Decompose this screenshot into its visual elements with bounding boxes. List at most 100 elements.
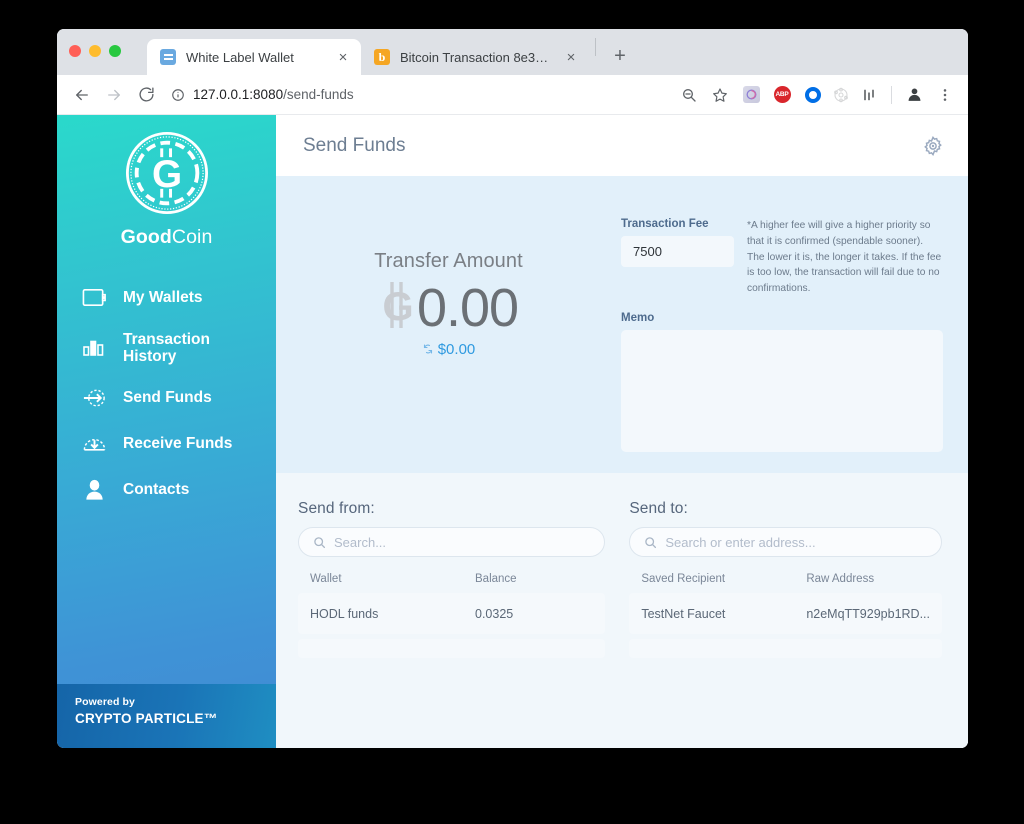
- svg-text:G: G: [151, 153, 181, 196]
- send-to-table: Saved Recipient Raw Address TestNet Fauc…: [629, 567, 942, 658]
- sidebar-item-send-funds[interactable]: Send Funds: [57, 375, 276, 421]
- table-row-empty[interactable]: [629, 639, 942, 658]
- sidebar: G GoodCoin My Wallets Transaction Histor…: [57, 115, 276, 748]
- recipients-panel: Send from: Wallet Balance HODL f: [276, 473, 968, 748]
- url-path: /send-funds: [283, 87, 354, 102]
- table-row-empty[interactable]: [298, 639, 606, 658]
- transaction-fields: Transaction Fee 7500 *A higher fee will …: [621, 176, 968, 473]
- goodcoin-symbol-icon: G: [379, 279, 417, 336]
- fee-row: Transaction Fee 7500 *A higher fee will …: [621, 218, 968, 297]
- send-to-search-input[interactable]: [665, 534, 927, 550]
- adblock-plus-icon[interactable]: ABP: [771, 84, 793, 106]
- browser-window: White Label Wallet × b Bitcoin Transacti…: [57, 29, 968, 748]
- transfer-panel: Transfer Amount G 0.00 $0.00 Transaction…: [276, 176, 968, 473]
- tab-white-label-wallet[interactable]: White Label Wallet ×: [147, 39, 361, 75]
- page-title: Send Funds: [303, 134, 406, 156]
- cell-wallet-balance: 0.0325: [475, 606, 514, 621]
- new-tab-button[interactable]: +: [606, 42, 634, 70]
- close-tab-button[interactable]: ×: [334, 48, 352, 66]
- extension-bars-icon[interactable]: [858, 84, 880, 106]
- forward-arrow-icon[interactable]: [99, 80, 129, 110]
- url-host: 127.0.0.1:8080: [193, 87, 284, 102]
- transaction-fee-note: *A higher fee will give a higher priorit…: [747, 220, 942, 295]
- send-to-search[interactable]: [629, 527, 942, 557]
- toolbar-icons: ABP: [678, 84, 958, 106]
- memo-group: Memo: [621, 312, 943, 453]
- brand-bold: Good: [120, 226, 172, 248]
- extension-grey-icon[interactable]: [833, 87, 849, 103]
- cell-recipient-name: TestNet Faucet: [641, 606, 726, 621]
- transfer-amount-value: 0.00: [416, 277, 519, 338]
- svg-text:G: G: [382, 285, 413, 329]
- transfer-amount-value-row[interactable]: G 0.00: [379, 277, 519, 339]
- table-row[interactable]: TestNet Faucet n2eMqTT929pb1RD...: [629, 593, 942, 634]
- close-tab-button[interactable]: ×: [562, 48, 580, 66]
- send-to-column: Send to: Saved Recipient Raw Address: [629, 500, 942, 748]
- window-traffic-lights: [69, 45, 121, 57]
- tab-list: White Label Wallet × b Bitcoin Transacti…: [147, 29, 634, 75]
- sidebar-footer: Powered by CRYPTO PARTICLE™: [57, 684, 276, 748]
- fiat-amount-row[interactable]: $0.00: [422, 340, 476, 358]
- page-header: Send Funds: [276, 115, 968, 176]
- column-header-raw-address: Raw Address: [806, 573, 875, 585]
- wallet-app: G GoodCoin My Wallets Transaction Histor…: [57, 115, 968, 748]
- transfer-amount-label: Transfer Amount: [374, 249, 523, 272]
- site-info-icon[interactable]: [171, 88, 185, 102]
- memo-textarea[interactable]: [621, 330, 943, 453]
- goodcoin-logo-icon: G: [123, 129, 211, 217]
- tab-bitcoin-transaction[interactable]: b Bitcoin Transaction 8e3cb0e... ×: [361, 39, 589, 75]
- gear-icon[interactable]: [922, 135, 944, 157]
- toolbar-divider: [891, 85, 892, 104]
- transaction-fee-input[interactable]: 7500: [621, 236, 734, 267]
- sidebar-item-receive-funds[interactable]: Receive Funds: [57, 421, 276, 467]
- address-bar[interactable]: 127.0.0.1:8080/send-funds: [171, 81, 670, 109]
- bookmark-star-icon[interactable]: [709, 84, 731, 106]
- maximize-window-button[interactable]: [109, 45, 121, 57]
- memo-label: Memo: [621, 312, 655, 325]
- tab-separator: [595, 38, 596, 56]
- reload-icon[interactable]: [131, 80, 161, 110]
- send-from-search[interactable]: [298, 527, 606, 557]
- column-header-saved-recipient: Saved Recipient: [641, 573, 726, 585]
- company-name: CRYPTO PARTICLE™: [75, 711, 218, 726]
- fiat-amount-value: $0.00: [437, 340, 476, 358]
- column-header-balance: Balance: [475, 573, 517, 585]
- extension-circle-icon[interactable]: [802, 84, 824, 106]
- table-header: Wallet Balance: [298, 567, 605, 593]
- send-to-title: Send to:: [629, 500, 688, 517]
- send-from-search-input[interactable]: [334, 534, 591, 550]
- sidebar-item-my-wallets[interactable]: My Wallets: [57, 275, 276, 321]
- bar-chart-icon: [79, 337, 109, 359]
- brand-block: G GoodCoin: [57, 115, 276, 249]
- transaction-fee-group: Transaction Fee 7500: [621, 218, 734, 267]
- tab-title: Bitcoin Transaction 8e3cb0e...: [400, 49, 552, 65]
- brand-light: Coin: [171, 226, 213, 248]
- tab-title: White Label Wallet: [186, 49, 294, 65]
- sidebar-item-contacts[interactable]: Contacts: [57, 467, 276, 513]
- currency-swap-icon[interactable]: [422, 343, 434, 355]
- browser-tab-strip: White Label Wallet × b Bitcoin Transacti…: [57, 29, 968, 75]
- sidebar-item-transaction-history[interactable]: Transaction History: [57, 321, 276, 375]
- zoom-out-icon[interactable]: [678, 84, 700, 106]
- wallet-favicon-icon: [160, 49, 176, 65]
- chrome-menu-icon[interactable]: [934, 84, 956, 106]
- minimize-window-button[interactable]: [89, 45, 101, 57]
- contacts-person-icon: [79, 478, 109, 502]
- sidebar-nav: My Wallets Transaction History Send Fund…: [57, 275, 276, 513]
- transfer-amount-block: Transfer Amount G 0.00 $0.00: [276, 176, 621, 473]
- powered-by-label: Powered by: [75, 696, 135, 708]
- profile-avatar-icon[interactable]: [903, 84, 925, 106]
- cell-recipient-address: n2eMqTT929pb1RD...: [806, 606, 930, 621]
- browser-toolbar: 127.0.0.1:8080/send-funds ABP: [57, 75, 968, 115]
- close-window-button[interactable]: [69, 45, 81, 57]
- table-row[interactable]: HODL funds 0.0325: [298, 593, 606, 634]
- send-from-column: Send from: Wallet Balance HODL f: [298, 500, 606, 748]
- transaction-fee-label: Transaction Fee: [621, 218, 709, 230]
- extension-sun-icon[interactable]: [740, 84, 762, 106]
- brand-name: GoodCoin: [57, 226, 276, 249]
- sidebar-item-label: Transaction History: [123, 330, 210, 365]
- table-header: Saved Recipient Raw Address: [629, 567, 942, 593]
- send-from-table: Wallet Balance HODL funds 0.0325: [298, 567, 606, 658]
- sidebar-item-label: Send Funds: [123, 389, 212, 407]
- back-arrow-icon[interactable]: [67, 80, 97, 110]
